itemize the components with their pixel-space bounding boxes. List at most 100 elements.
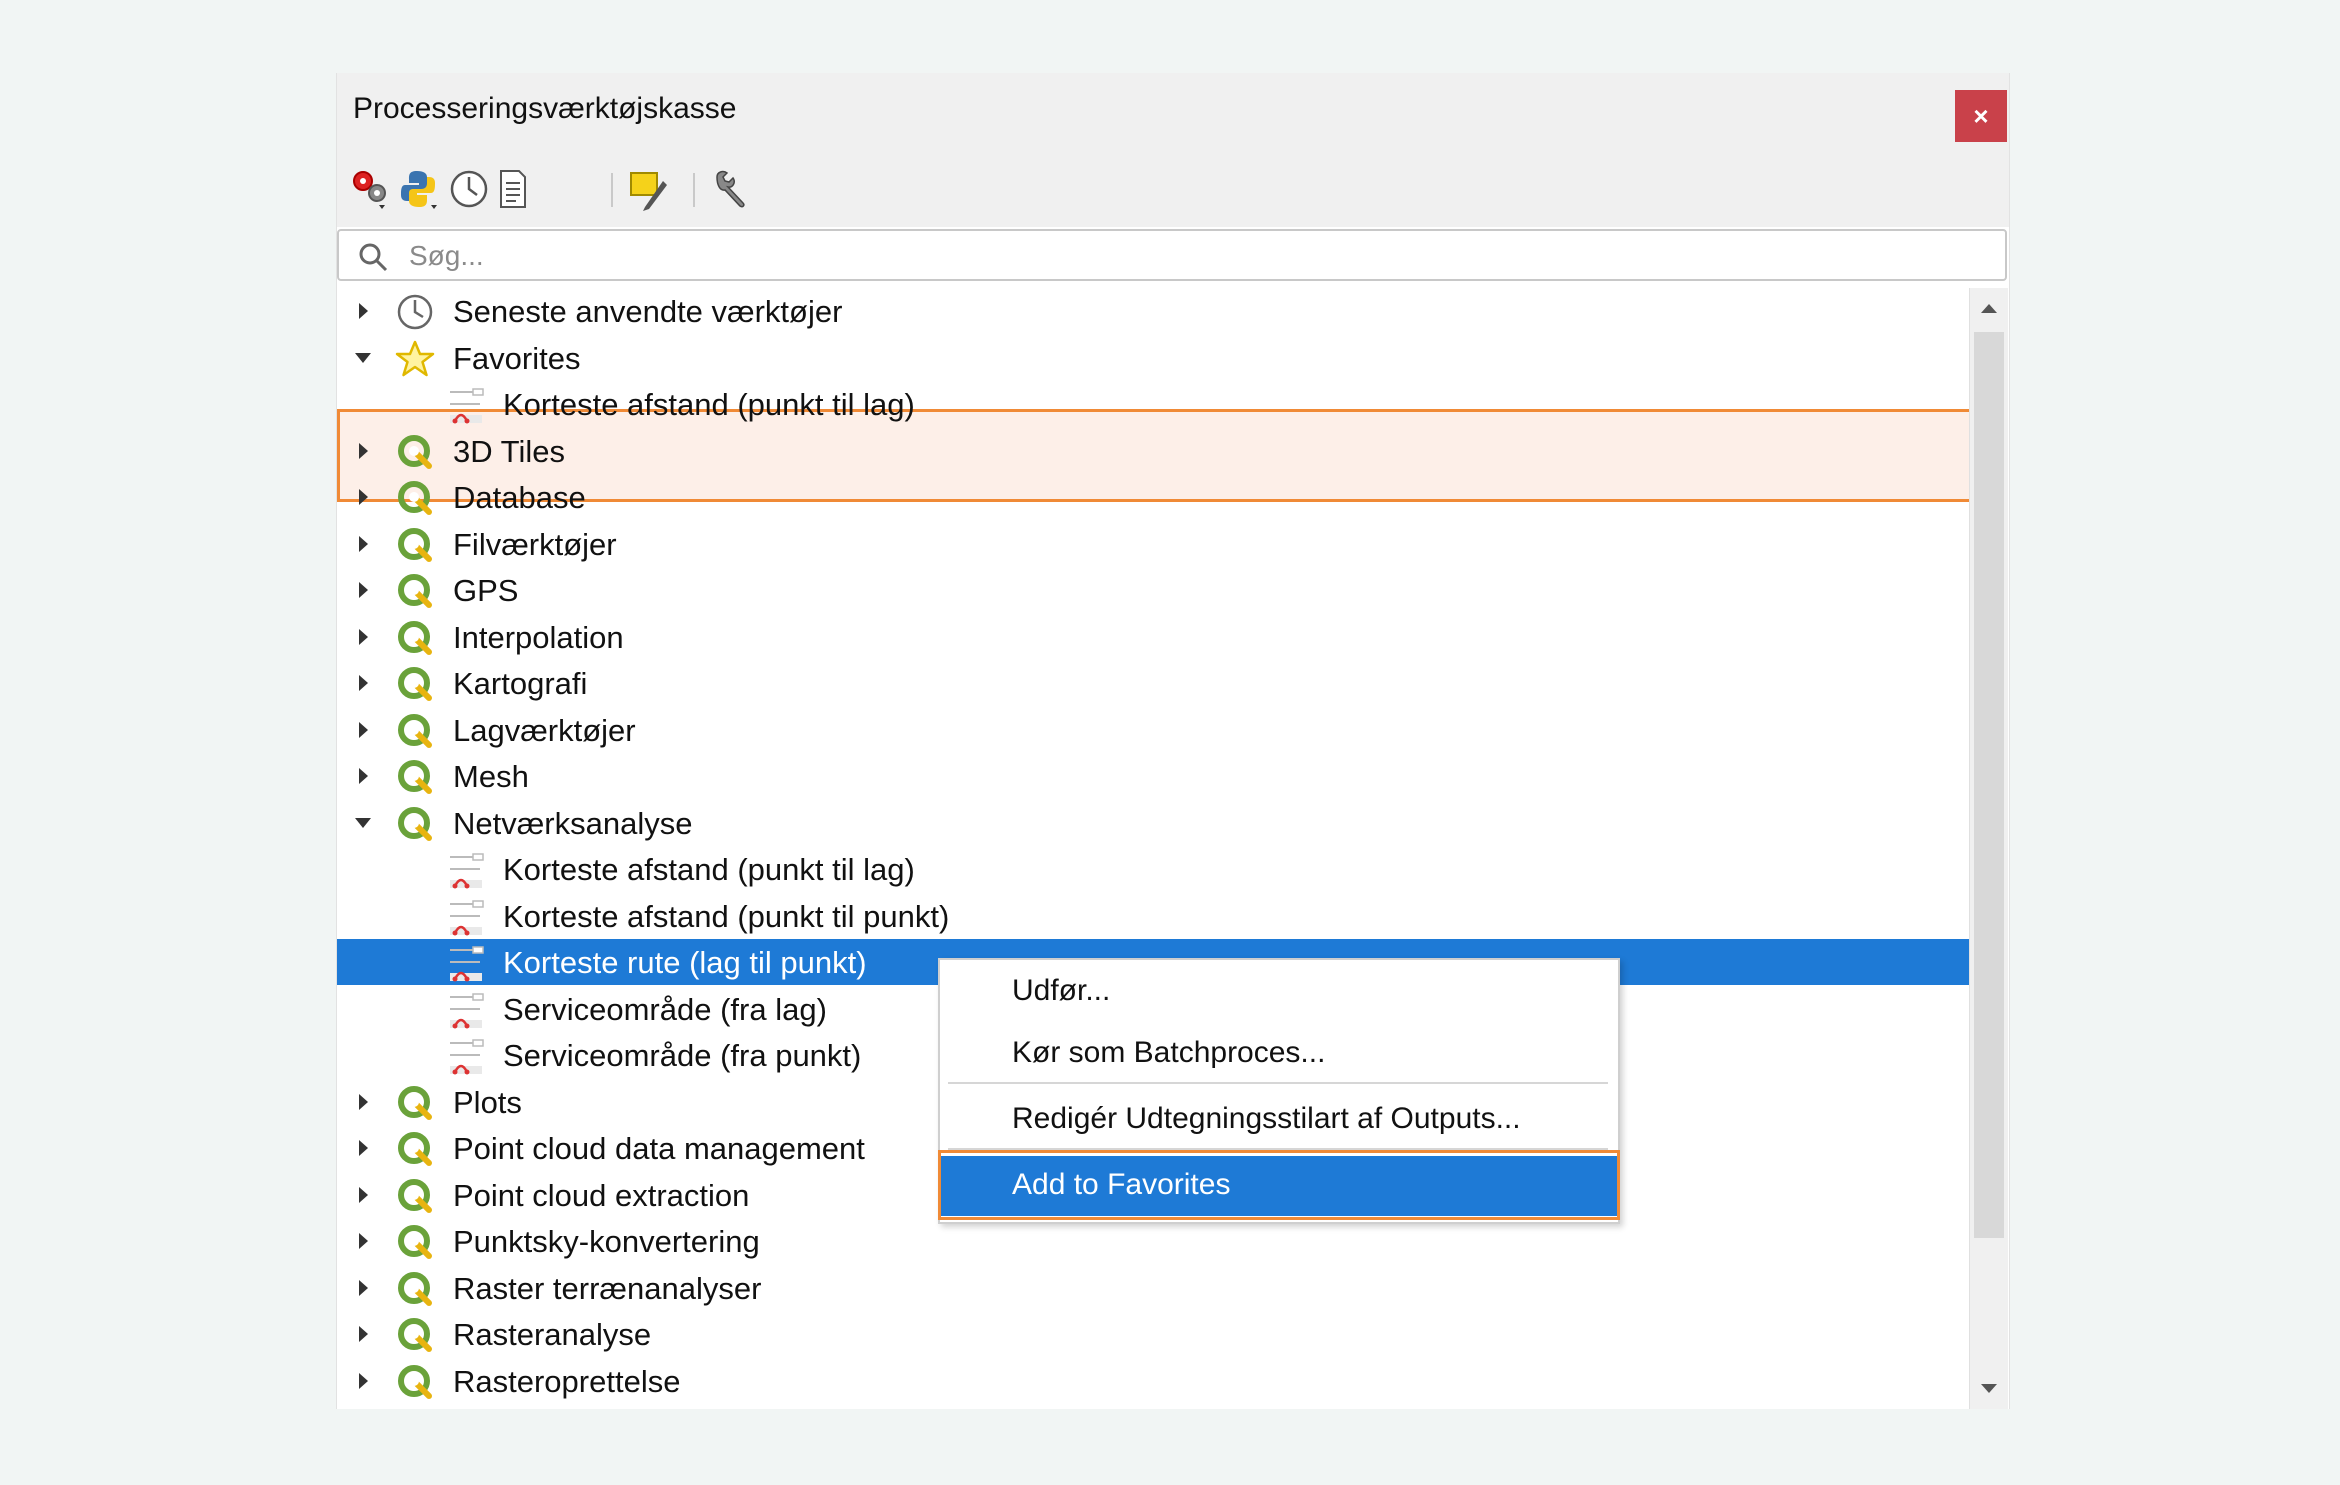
tree-item-group[interactable]: Lagværktøjer [337, 707, 1969, 753]
algorithm-tree: Seneste anvendte værktøjer Favorites Korte… [337, 288, 1969, 1409]
expand-arrow-icon[interactable] [353, 534, 373, 554]
expand-arrow-icon[interactable] [353, 580, 373, 600]
tree-item-label: Point cloud extraction [453, 1178, 750, 1213]
clock-icon [395, 292, 435, 332]
expand-arrow-icon[interactable] [353, 1278, 373, 1298]
menu-item-batch-process[interactable]: Kør som Batchproces... [940, 1024, 1618, 1084]
results-document-icon[interactable] [491, 167, 535, 211]
tree-item-label: Mesh [453, 759, 529, 794]
menu-separator [948, 1148, 1608, 1150]
search-field[interactable] [337, 229, 2007, 281]
close-button[interactable]: × [1955, 90, 2007, 142]
tree-item-label: 3D Tiles [453, 434, 565, 469]
tree-item-label: Korteste rute (lag til punkt) [503, 945, 867, 980]
expand-arrow-icon[interactable] [353, 720, 373, 740]
algorithm-icon [447, 990, 487, 1030]
toolbar-separator [611, 173, 613, 207]
expand-arrow-icon[interactable] [353, 1138, 373, 1158]
expand-arrow-icon[interactable] [353, 673, 373, 693]
scroll-down-arrow-icon[interactable] [1970, 1369, 2008, 1409]
tree-item-group[interactable]: Interpolation [337, 614, 1969, 660]
qgis-icon [395, 478, 435, 518]
menu-separator [948, 1082, 1608, 1084]
panel-titlebar: Processeringsværktøjskasse × [337, 73, 2009, 149]
tree-item-label: Point cloud data management [453, 1131, 865, 1166]
search-input[interactable] [407, 237, 1971, 275]
qgis-icon [395, 1362, 435, 1402]
qgis-icon [395, 571, 435, 611]
algorithm-icon [447, 850, 487, 890]
expand-arrow-icon[interactable] [353, 1371, 373, 1391]
panel-title: Processeringsværktøjskasse [353, 92, 737, 125]
tree-item-algorithm[interactable]: Korteste afstand (punkt til lag) [337, 846, 1969, 892]
edit-features-icon[interactable] [627, 167, 671, 211]
qgis-icon [395, 1315, 435, 1355]
algorithm-icon [447, 385, 487, 425]
qgis-icon [395, 618, 435, 658]
expand-arrow-icon[interactable] [353, 1185, 373, 1205]
menu-item-edit-output-style[interactable]: Redigér Udtegningsstilart af Outputs... [940, 1090, 1618, 1150]
expand-arrow-icon[interactable] [353, 627, 373, 647]
qgis-icon [395, 1222, 435, 1262]
expand-arrow-icon[interactable] [353, 1092, 373, 1112]
algorithm-icon [447, 897, 487, 937]
qgis-icon [395, 1129, 435, 1169]
tree-item-label: Kartografi [453, 666, 588, 701]
tree-item-label: Lagværktøjer [453, 713, 636, 748]
tree-item-group[interactable]: Seneste anvendte værktøjer [337, 288, 1969, 334]
expand-arrow-icon[interactable] [353, 1231, 373, 1251]
tree-item-group[interactable]: Raster terrænanalyser [337, 1265, 1969, 1311]
qgis-icon [395, 711, 435, 751]
tree-item-group[interactable]: Kartografi [337, 660, 1969, 706]
tree-item-label: Korteste afstand (punkt til lag) [503, 387, 915, 422]
search-icon [359, 243, 388, 272]
qgis-icon [395, 1176, 435, 1216]
tree-item-label: Korteste afstand (punkt til punkt) [503, 899, 950, 934]
expand-arrow-icon[interactable] [353, 487, 373, 507]
context-menu: Udfør... Kør som Batchproces... Redigér … [938, 958, 1620, 1224]
tree-item-label: Seneste anvendte værktøjer [453, 294, 843, 329]
tree-item-group[interactable]: Favorites [337, 335, 1969, 381]
collapse-arrow-icon[interactable] [353, 813, 373, 833]
tree-item-group[interactable]: Rasteroprettelse [337, 1358, 1969, 1404]
python-icon[interactable] [397, 167, 441, 211]
tree-item-group[interactable]: Filværktøjer [337, 521, 1969, 567]
tree-item-group[interactable]: Mesh [337, 753, 1969, 799]
menu-item-execute[interactable]: Udfør... [940, 962, 1618, 1022]
tree-item-label: Netværksanalyse [453, 806, 693, 841]
toolbar [337, 149, 2009, 227]
tree-item-label: Database [453, 480, 586, 515]
tree-item-group[interactable]: Database [337, 474, 1969, 520]
tree-item-label: Plots [453, 1085, 522, 1120]
expand-arrow-icon[interactable] [353, 1324, 373, 1344]
tree-item-label: Punktsky-konvertering [453, 1224, 760, 1259]
qgis-icon [395, 525, 435, 565]
menu-item-add-to-favorites[interactable]: Add to Favorites [940, 1156, 1618, 1216]
history-clock-icon[interactable] [447, 167, 491, 211]
expand-arrow-icon[interactable] [353, 766, 373, 786]
toolbar-separator [693, 173, 695, 207]
models-gear-icon[interactable] [349, 167, 393, 211]
expand-arrow-icon[interactable] [353, 301, 373, 321]
tree-item-group[interactable]: 3D Tiles [337, 428, 1969, 474]
tree-item-label: Rasteranalyse [453, 1317, 652, 1352]
qgis-icon [395, 804, 435, 844]
options-wrench-icon[interactable] [709, 167, 753, 211]
tree-item-algorithm[interactable]: Korteste afstand (punkt til lag) [337, 381, 1969, 427]
tree-item-label: Serviceområde (fra punkt) [503, 1038, 862, 1073]
tree-item-group[interactable]: Netværksanalyse [337, 800, 1969, 846]
collapse-arrow-icon[interactable] [353, 348, 373, 368]
scroll-up-arrow-icon[interactable] [1970, 288, 2008, 328]
expand-arrow-icon[interactable] [353, 441, 373, 461]
tree-item-algorithm[interactable]: Korteste afstand (punkt til punkt) [337, 893, 1969, 939]
qgis-icon [395, 1269, 435, 1309]
tree-item-group[interactable]: Punktsky-konvertering [337, 1218, 1969, 1264]
star-icon [395, 339, 435, 379]
algorithm-icon [447, 1036, 487, 1076]
scrollbar-thumb[interactable] [1974, 332, 2004, 1238]
vertical-scrollbar[interactable] [1969, 288, 2008, 1409]
tree-item-group[interactable]: GPS [337, 567, 1969, 613]
tree-item-label: Interpolation [453, 620, 624, 655]
tree-item-group[interactable]: Rasteranalyse [337, 1311, 1969, 1357]
tree-item-label: Serviceområde (fra lag) [503, 992, 827, 1027]
